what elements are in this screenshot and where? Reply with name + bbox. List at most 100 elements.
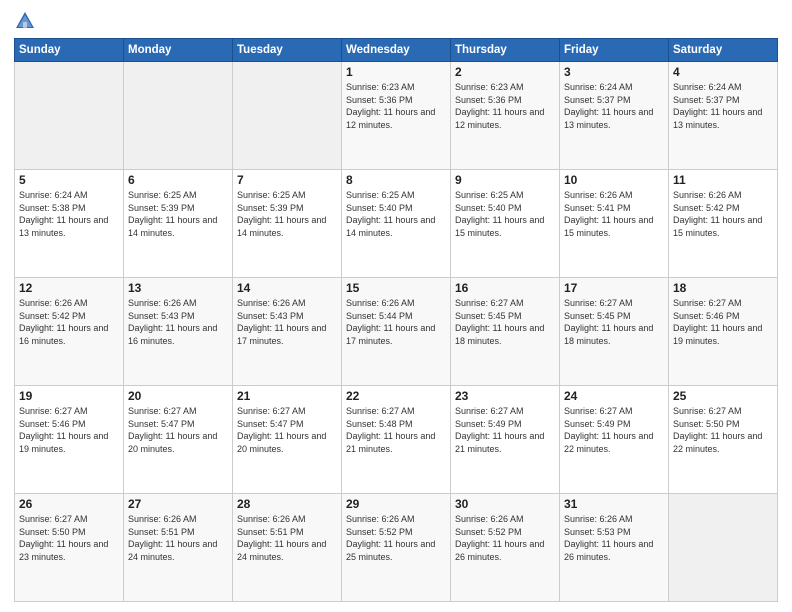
day-detail: Sunrise: 6:26 AMSunset: 5:52 PMDaylight:…	[455, 513, 555, 563]
day-number: 7	[237, 173, 337, 187]
day-number: 20	[128, 389, 228, 403]
day-detail: Sunrise: 6:26 AMSunset: 5:51 PMDaylight:…	[128, 513, 228, 563]
weekday-header-thursday: Thursday	[451, 39, 560, 62]
calendar-cell: 3 Sunrise: 6:24 AMSunset: 5:37 PMDaylight…	[560, 62, 669, 170]
calendar-week-5: 26 Sunrise: 6:27 AMSunset: 5:50 PMDayligh…	[15, 494, 778, 602]
calendar-week-3: 12 Sunrise: 6:26 AMSunset: 5:42 PMDayligh…	[15, 278, 778, 386]
calendar-cell	[15, 62, 124, 170]
day-detail: Sunrise: 6:24 AMSunset: 5:38 PMDaylight:…	[19, 189, 119, 239]
day-detail: Sunrise: 6:26 AMSunset: 5:53 PMDaylight:…	[564, 513, 664, 563]
calendar-cell: 20 Sunrise: 6:27 AMSunset: 5:47 PMDayligh…	[124, 386, 233, 494]
day-number: 27	[128, 497, 228, 511]
logo-icon	[14, 10, 36, 32]
calendar-table: SundayMondayTuesdayWednesdayThursdayFrid…	[14, 38, 778, 602]
day-detail: Sunrise: 6:27 AMSunset: 5:50 PMDaylight:…	[673, 405, 773, 455]
day-detail: Sunrise: 6:27 AMSunset: 5:48 PMDaylight:…	[346, 405, 446, 455]
weekday-header-sunday: Sunday	[15, 39, 124, 62]
day-detail: Sunrise: 6:27 AMSunset: 5:46 PMDaylight:…	[673, 297, 773, 347]
calendar-cell: 2 Sunrise: 6:23 AMSunset: 5:36 PMDaylight…	[451, 62, 560, 170]
day-detail: Sunrise: 6:25 AMSunset: 5:40 PMDaylight:…	[455, 189, 555, 239]
weekday-header-monday: Monday	[124, 39, 233, 62]
calendar-cell: 21 Sunrise: 6:27 AMSunset: 5:47 PMDayligh…	[233, 386, 342, 494]
day-detail: Sunrise: 6:26 AMSunset: 5:43 PMDaylight:…	[128, 297, 228, 347]
calendar-cell: 14Sunrise: 6:26 AMSunset: 5:43 PMDayligh…	[233, 278, 342, 386]
day-number: 13	[128, 281, 228, 295]
calendar-cell: 16Sunrise: 6:27 AMSunset: 5:45 PMDayligh…	[451, 278, 560, 386]
calendar-cell: 23 Sunrise: 6:27 AMSunset: 5:49 PMDayligh…	[451, 386, 560, 494]
calendar-week-2: 5 Sunrise: 6:24 AMSunset: 5:38 PMDaylight…	[15, 170, 778, 278]
calendar-cell: 11Sunrise: 6:26 AMSunset: 5:42 PMDayligh…	[669, 170, 778, 278]
day-number: 30	[455, 497, 555, 511]
day-number: 17	[564, 281, 664, 295]
day-number: 31	[564, 497, 664, 511]
day-number: 5	[19, 173, 119, 187]
day-number: 2	[455, 65, 555, 79]
day-detail: Sunrise: 6:24 AMSunset: 5:37 PMDaylight:…	[564, 81, 664, 131]
calendar-cell: 25 Sunrise: 6:27 AMSunset: 5:50 PMDayligh…	[669, 386, 778, 494]
logo	[14, 10, 40, 32]
day-detail: Sunrise: 6:27 AMSunset: 5:50 PMDaylight:…	[19, 513, 119, 563]
calendar-cell: 30 Sunrise: 6:26 AMSunset: 5:52 PMDayligh…	[451, 494, 560, 602]
day-detail: Sunrise: 6:24 AMSunset: 5:37 PMDaylight:…	[673, 81, 773, 131]
day-number: 11	[673, 173, 773, 187]
day-number: 23	[455, 389, 555, 403]
day-number: 1	[346, 65, 446, 79]
day-number: 3	[564, 65, 664, 79]
day-detail: Sunrise: 6:27 AMSunset: 5:49 PMDaylight:…	[455, 405, 555, 455]
day-detail: Sunrise: 6:25 AMSunset: 5:39 PMDaylight:…	[237, 189, 337, 239]
calendar-cell: 10 Sunrise: 6:26 AMSunset: 5:41 PMDayligh…	[560, 170, 669, 278]
day-number: 12	[19, 281, 119, 295]
calendar-cell: 19 Sunrise: 6:27 AMSunset: 5:46 PMDayligh…	[15, 386, 124, 494]
day-detail: Sunrise: 6:26 AMSunset: 5:44 PMDaylight:…	[346, 297, 446, 347]
weekday-header-saturday: Saturday	[669, 39, 778, 62]
weekday-header-friday: Friday	[560, 39, 669, 62]
day-number: 4	[673, 65, 773, 79]
day-number: 24	[564, 389, 664, 403]
calendar-cell: 12 Sunrise: 6:26 AMSunset: 5:42 PMDayligh…	[15, 278, 124, 386]
day-number: 8	[346, 173, 446, 187]
calendar-cell: 13 Sunrise: 6:26 AMSunset: 5:43 PMDayligh…	[124, 278, 233, 386]
calendar-cell: 24 Sunrise: 6:27 AMSunset: 5:49 PMDayligh…	[560, 386, 669, 494]
calendar-cell: 22 Sunrise: 6:27 AMSunset: 5:48 PMDayligh…	[342, 386, 451, 494]
day-detail: Sunrise: 6:25 AMSunset: 5:39 PMDaylight:…	[128, 189, 228, 239]
calendar-cell: 8 Sunrise: 6:25 AMSunset: 5:40 PMDaylight…	[342, 170, 451, 278]
calendar-week-4: 19 Sunrise: 6:27 AMSunset: 5:46 PMDayligh…	[15, 386, 778, 494]
day-number: 19	[19, 389, 119, 403]
calendar-cell: 9 Sunrise: 6:25 AMSunset: 5:40 PMDaylight…	[451, 170, 560, 278]
weekday-header-tuesday: Tuesday	[233, 39, 342, 62]
calendar-cell: 31 Sunrise: 6:26 AMSunset: 5:53 PMDayligh…	[560, 494, 669, 602]
calendar-week-1: 1 Sunrise: 6:23 AMSunset: 5:36 PMDaylight…	[15, 62, 778, 170]
day-number: 21	[237, 389, 337, 403]
day-number: 14	[237, 281, 337, 295]
day-number: 10	[564, 173, 664, 187]
day-number: 26	[19, 497, 119, 511]
day-detail: Sunrise: 6:26 AMSunset: 5:52 PMDaylight:…	[346, 513, 446, 563]
calendar-cell: 27 Sunrise: 6:26 AMSunset: 5:51 PMDayligh…	[124, 494, 233, 602]
calendar-header: SundayMondayTuesdayWednesdayThursdayFrid…	[15, 39, 778, 62]
day-number: 29	[346, 497, 446, 511]
day-detail: Sunrise: 6:26 AMSunset: 5:41 PMDaylight:…	[564, 189, 664, 239]
calendar-cell: 17 Sunrise: 6:27 AMSunset: 5:45 PMDayligh…	[560, 278, 669, 386]
calendar-cell: 28Sunrise: 6:26 AMSunset: 5:51 PMDayligh…	[233, 494, 342, 602]
day-detail: Sunrise: 6:27 AMSunset: 5:46 PMDaylight:…	[19, 405, 119, 455]
weekday-header-wednesday: Wednesday	[342, 39, 451, 62]
header	[14, 10, 778, 32]
day-detail: Sunrise: 6:27 AMSunset: 5:45 PMDaylight:…	[455, 297, 555, 347]
day-number: 25	[673, 389, 773, 403]
weekday-header-row: SundayMondayTuesdayWednesdayThursdayFrid…	[15, 39, 778, 62]
day-detail: Sunrise: 6:27 AMSunset: 5:47 PMDaylight:…	[128, 405, 228, 455]
calendar-cell: 29 Sunrise: 6:26 AMSunset: 5:52 PMDayligh…	[342, 494, 451, 602]
day-detail: Sunrise: 6:27 AMSunset: 5:49 PMDaylight:…	[564, 405, 664, 455]
calendar-cell: 1Sunrise: 6:23 AMSunset: 5:36 PMDaylight…	[342, 62, 451, 170]
page: SundayMondayTuesdayWednesdayThursdayFrid…	[0, 0, 792, 612]
calendar-cell: 26 Sunrise: 6:27 AMSunset: 5:50 PMDayligh…	[15, 494, 124, 602]
day-detail: Sunrise: 6:27 AMSunset: 5:47 PMDaylight:…	[237, 405, 337, 455]
calendar-cell: 7 Sunrise: 6:25 AMSunset: 5:39 PMDaylight…	[233, 170, 342, 278]
day-detail: Sunrise: 6:25 AMSunset: 5:40 PMDaylight:…	[346, 189, 446, 239]
day-detail: Sunrise: 6:23 AMSunset: 5:36 PMDaylight:…	[455, 81, 555, 131]
day-number: 9	[455, 173, 555, 187]
calendar-cell	[669, 494, 778, 602]
day-detail: Sunrise: 6:26 AMSunset: 5:42 PMDaylight:…	[19, 297, 119, 347]
day-detail: Sunrise: 6:27 AMSunset: 5:45 PMDaylight:…	[564, 297, 664, 347]
day-number: 22	[346, 389, 446, 403]
